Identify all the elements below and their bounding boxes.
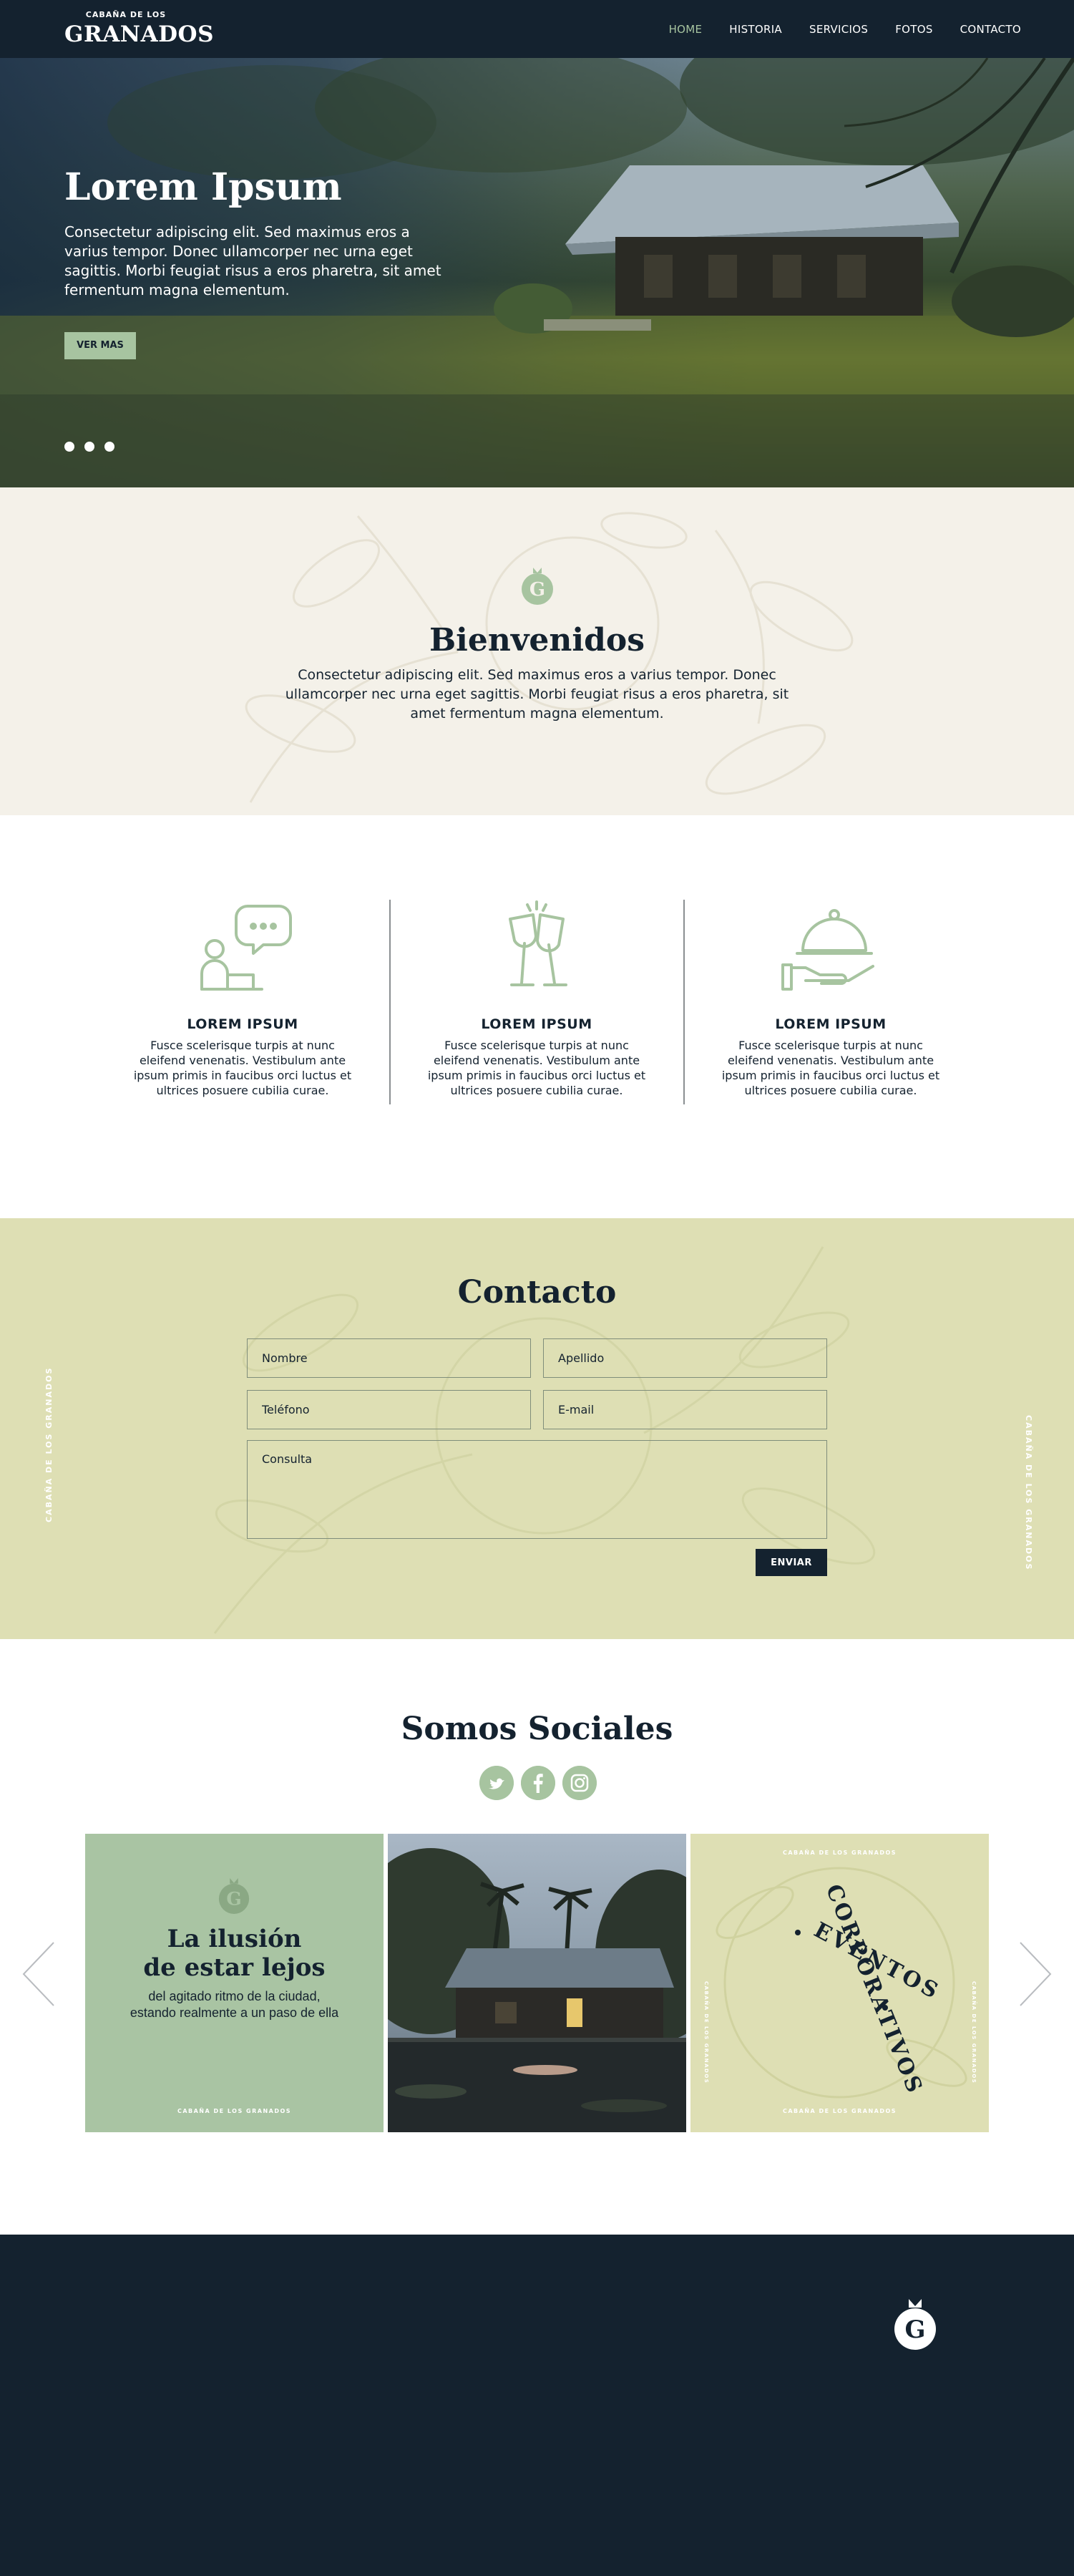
social-post-card-3[interactable]: CABAÑA DE LOS GRANADOS CABAÑA DE LOS GRA… xyxy=(690,1834,989,2132)
side-brand-label-left: CABAÑA DE LOS GRANADOS xyxy=(44,1366,54,1522)
svg-text:G: G xyxy=(904,2315,925,2344)
card1-title-line2: de estar lejos xyxy=(143,1953,326,1982)
feature-card-1: LOREM IPSUM Fusce scelerisque turpis at … xyxy=(96,899,389,1098)
slider-dot-1[interactable] xyxy=(64,442,74,452)
slider-dot-3[interactable] xyxy=(104,442,114,452)
nav-menu: HOME HISTORIA SERVICIOS FOTOS CONTACTO xyxy=(669,23,1021,36)
page: CABAÑA DE LOS GRANADOS HOME HISTORIA SER… xyxy=(0,0,1074,2576)
twitter-icon[interactable] xyxy=(479,1766,514,1800)
granados-g-icon: G xyxy=(522,568,553,605)
nav-item-home[interactable]: HOME xyxy=(669,23,703,36)
welcome-section: G Bienvenidos Consectetur adipiscing eli… xyxy=(0,487,1074,815)
brand-line2: GRANADOS xyxy=(64,21,214,47)
card3-top-label: CABAÑA DE LOS GRANADOS xyxy=(782,1850,897,1856)
card1-title: La ilusión de estar lejos xyxy=(85,1925,384,1982)
hero-text: Consectetur adipiscing elit. Sed maximus… xyxy=(64,223,441,298)
svg-text:G: G xyxy=(226,1888,241,1909)
card1-text: del agitado ritmo de la ciudad, estando … xyxy=(130,1989,339,2020)
hero-slider: Lorem Ipsum Consectetur adipiscing elit.… xyxy=(0,58,1074,487)
contact-title: Contacto xyxy=(457,1274,617,1311)
welcome-title: Bienvenidos xyxy=(429,622,645,658)
serving-cloche-icon xyxy=(781,909,874,991)
brand-logo[interactable]: CABAÑA DE LOS GRANADOS xyxy=(64,9,214,50)
feature-text-3: Fusce scelerisque turpis at nunc eleifen… xyxy=(721,1039,940,1097)
feature-text-2: Fusce scelerisque turpis at nunc eleifen… xyxy=(427,1039,646,1097)
nav-item-contacto[interactable]: CONTACTO xyxy=(960,23,1021,36)
email-field[interactable] xyxy=(543,1390,827,1429)
card3-side-label-left: CABAÑA DE LOS GRANADOS xyxy=(703,1981,709,2084)
top-navbar: CABAÑA DE LOS GRANADOS HOME HISTORIA SER… xyxy=(0,0,1074,58)
chat-person-icon xyxy=(200,905,292,991)
card3-bottom-label: CABAÑA DE LOS GRANADOS xyxy=(782,2108,897,2114)
card3-side-label-right: CABAÑA DE LOS GRANADOS xyxy=(971,1981,977,2084)
enviar-button[interactable]: ENVIAR xyxy=(756,1549,827,1576)
svg-text:G: G xyxy=(529,579,545,601)
feature-text-1: Fusce scelerisque turpis at nunc eleifen… xyxy=(133,1039,352,1097)
slider-dot-2[interactable] xyxy=(84,442,94,452)
hero-title: Lorem Ipsum xyxy=(64,165,342,209)
nav-item-servicios[interactable]: SERVICIOS xyxy=(809,23,868,36)
feature-title-1: LOREM IPSUM xyxy=(187,1016,298,1032)
site-footer: G xyxy=(0,2235,1074,2576)
welcome-text: Consectetur adipiscing elit. Sed maximus… xyxy=(285,667,789,721)
feature-card-3: LOREM IPSUM Fusce scelerisque turpis at … xyxy=(684,899,977,1098)
facebook-icon[interactable] xyxy=(521,1766,555,1800)
social-post-card-2[interactable] xyxy=(388,1834,686,2132)
granados-g-logo-icon[interactable]: G xyxy=(893,2296,937,2353)
nav-item-fotos[interactable]: FOTOS xyxy=(895,23,932,36)
telefono-field[interactable] xyxy=(247,1390,531,1429)
carousel-next-arrow-icon[interactable] xyxy=(1015,1938,1055,2010)
card1-title-line1: La ilusión xyxy=(167,1925,302,1953)
card1-footer: CABAÑA DE LOS GRANADOS xyxy=(177,2108,292,2114)
contact-section: CABAÑA DE LOS GRANADOS CABAÑA DE LOS GRA… xyxy=(0,1218,1074,1639)
feature-title-3: LOREM IPSUM xyxy=(775,1016,887,1032)
social-title: Somos Sociales xyxy=(401,1711,673,1747)
slider-dots xyxy=(64,442,114,452)
carousel-prev-arrow-icon[interactable] xyxy=(19,1938,59,2010)
cabin-photo-image xyxy=(388,1834,686,2132)
social-section: Somos Sociales G La ilusión de estar lej… xyxy=(0,1639,1074,2235)
brand-line1: CABAÑA DE LOS xyxy=(85,10,167,19)
ver-mas-button[interactable]: VER MAS xyxy=(64,332,136,359)
nav-item-historia[interactable]: HISTORIA xyxy=(729,23,782,36)
side-brand-label-right: CABAÑA DE LOS GRANADOS xyxy=(1024,1415,1033,1571)
granados-g-icon: G xyxy=(218,1878,250,1914)
feature-card-2: LOREM IPSUM Fusce scelerisque turpis at … xyxy=(390,899,683,1098)
apellido-field[interactable] xyxy=(543,1338,827,1378)
champagne-glasses-icon xyxy=(509,900,567,986)
social-icons xyxy=(479,1766,597,1800)
feature-title-2: LOREM IPSUM xyxy=(481,1016,592,1032)
consulta-field[interactable] xyxy=(247,1440,827,1539)
instagram-icon[interactable] xyxy=(562,1766,597,1800)
nombre-field[interactable] xyxy=(247,1338,531,1378)
features-section: LOREM IPSUM Fusce scelerisque turpis at … xyxy=(0,815,1074,1218)
social-post-card-1[interactable]: G La ilusión de estar lejos del agitado … xyxy=(85,1834,384,2132)
